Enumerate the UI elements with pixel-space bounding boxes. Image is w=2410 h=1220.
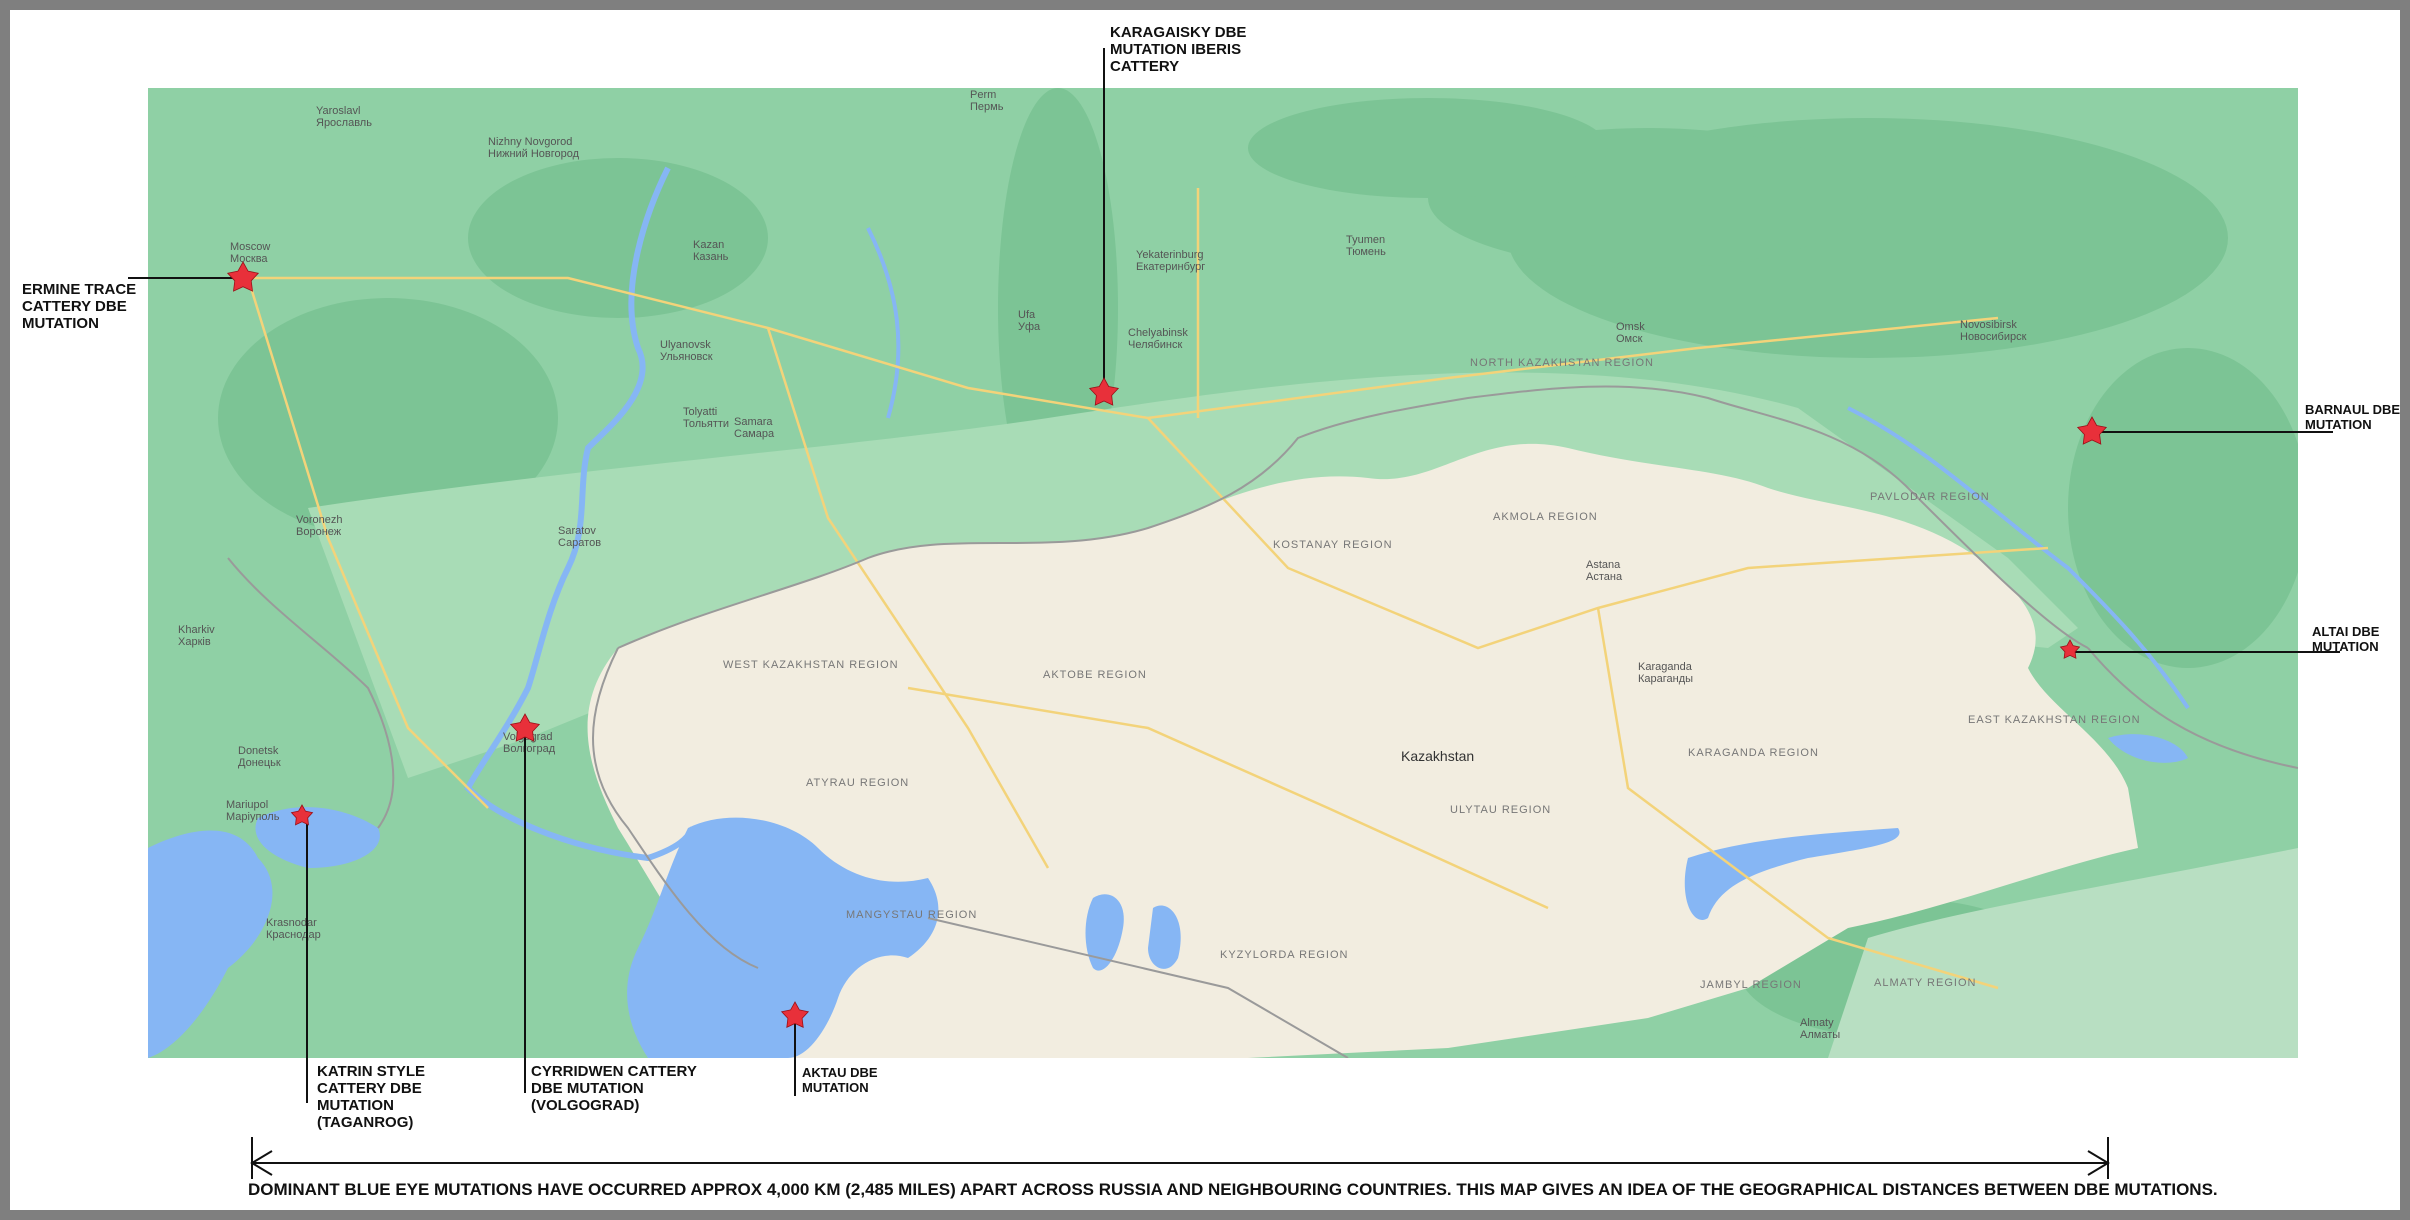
city-astana-local: Астана bbox=[1586, 571, 1623, 583]
svg-text:JAMBYL REGION: JAMBYL REGION bbox=[1700, 979, 1802, 991]
svg-text:ATYRAU REGION: ATYRAU REGION bbox=[806, 777, 909, 789]
callout-aktau: AKTAU DBE MUTATION bbox=[802, 1065, 878, 1095]
city-saratov-local: Саратов bbox=[558, 537, 601, 549]
callout-cyrridwen: CYRRIDWEN CATTERY DBE MUTATION (VOLGOGRA… bbox=[531, 1063, 697, 1114]
city-ufa: Ufa bbox=[1018, 309, 1036, 321]
svg-text:PAVLODAR REGION: PAVLODAR REGION bbox=[1870, 491, 1990, 503]
city-volgograd-local: Волгоград bbox=[503, 743, 556, 755]
svg-text:KYZYLORDA REGION: KYZYLORDA REGION bbox=[1220, 949, 1348, 961]
city-voronezh: Voronezh bbox=[296, 514, 342, 526]
city-perm: Perm bbox=[970, 89, 996, 101]
svg-text:ULYTAU REGION: ULYTAU REGION bbox=[1450, 804, 1551, 816]
city-yekaterinburg-local: Екатеринбург bbox=[1136, 261, 1205, 273]
svg-text:EAST KAZAKHSTAN REGION: EAST KAZAKHSTAN REGION bbox=[1968, 714, 2141, 726]
city-samara: Samara bbox=[734, 416, 773, 428]
city-karaganda: Karaganda bbox=[1638, 661, 1693, 673]
city-tyumen: Tyumen bbox=[1346, 234, 1385, 246]
city-kharkiv-local: Харків bbox=[178, 636, 211, 648]
city-ulyanovsk-local: Ульяновск bbox=[660, 351, 713, 363]
city-tolyatti-local: Тольятти bbox=[683, 418, 729, 430]
city-novosibirsk-local: Новосибирск bbox=[1960, 331, 2027, 343]
svg-text:NORTH KAZAKHSTAN REGION: NORTH KAZAKHSTAN REGION bbox=[1470, 357, 1654, 369]
city-omsk-local: Омск bbox=[1616, 333, 1643, 345]
city-almaty-local: Алматы bbox=[1800, 1029, 1840, 1041]
city-mariupol-local: Маріуполь bbox=[226, 811, 280, 823]
city-volgograd: Volgograd bbox=[503, 731, 553, 743]
svg-text:MANGYSTAU REGION: MANGYSTAU REGION bbox=[846, 909, 977, 921]
city-voronezh-local: Воронеж bbox=[296, 526, 342, 538]
svg-text:AKMOLA REGION: AKMOLA REGION bbox=[1493, 511, 1598, 523]
city-donetsk-local: Донецьк bbox=[238, 757, 281, 769]
svg-text:KOSTANAY REGION: KOSTANAY REGION bbox=[1273, 539, 1393, 551]
city-ulyanovsk: Ulyanovsk bbox=[660, 339, 711, 351]
city-astana: Astana bbox=[1586, 559, 1621, 571]
city-chelyabinsk: Chelyabinsk bbox=[1128, 327, 1188, 339]
city-nizhny: Nizhny Novgorod bbox=[488, 136, 572, 148]
callout-katrin: KATRIN STYLE CATTERY DBE MUTATION (TAGAN… bbox=[317, 1063, 426, 1131]
city-moscow: Moscow bbox=[230, 241, 270, 253]
city-kazan-local: Казань bbox=[693, 251, 729, 263]
city-tyumen-local: Тюмень bbox=[1346, 246, 1386, 258]
map-canvas[interactable]: NORTH KAZAKHSTAN REGION KOSTANAY REGION … bbox=[148, 88, 2298, 1058]
city-kharkiv: Kharkiv bbox=[178, 624, 215, 636]
city-krasnodar: Krasnodar bbox=[266, 917, 317, 929]
svg-text:AKTOBE REGION: AKTOBE REGION bbox=[1043, 669, 1147, 681]
callout-ermine: ERMINE TRACE CATTERY DBE MUTATION bbox=[22, 281, 137, 332]
callout-altai: ALTAI DBE MUTATION bbox=[2312, 624, 2380, 654]
svg-text:KARAGANDA REGION: KARAGANDA REGION bbox=[1688, 747, 1819, 759]
country-label-kazakhstan: Kazakhstan bbox=[1401, 748, 1474, 764]
city-yaroslavl-local: Ярославль bbox=[316, 117, 372, 129]
city-karaganda-local: Караганды bbox=[1638, 673, 1693, 685]
city-yekaterinburg: Yekaterinburg bbox=[1136, 249, 1203, 261]
city-perm-local: Пермь bbox=[970, 101, 1004, 113]
city-ufa-local: Уфа bbox=[1018, 321, 1041, 333]
city-krasnodar-local: Краснодар bbox=[266, 929, 321, 941]
city-chelyabinsk-local: Челябинск bbox=[1128, 339, 1182, 351]
city-mariupol: Mariupol bbox=[226, 799, 268, 811]
callout-barnaul: BARNAUL DBE MUTATION bbox=[2305, 402, 2401, 432]
city-donetsk: Donetsk bbox=[238, 745, 279, 757]
svg-text:ALMATY REGION: ALMATY REGION bbox=[1874, 977, 1976, 989]
city-saratov: Saratov bbox=[558, 525, 596, 537]
city-nizhny-local: Нижний Новгород bbox=[488, 148, 580, 160]
city-kazan: Kazan bbox=[693, 239, 724, 251]
city-yaroslavl: Yaroslavl bbox=[316, 105, 360, 117]
callout-karagaisky: KARAGAISKY DBE MUTATION IBERIS CATTERY bbox=[1110, 24, 1247, 75]
city-novosibirsk: Novosibirsk bbox=[1960, 319, 2017, 331]
city-omsk: Omsk bbox=[1616, 321, 1645, 333]
city-tolyatti: Tolyatti bbox=[683, 406, 717, 418]
city-samara-local: Самара bbox=[734, 428, 775, 440]
svg-text:WEST KAZAKHSTAN REGION: WEST KAZAKHSTAN REGION bbox=[723, 659, 899, 671]
city-almaty: Almaty bbox=[1800, 1017, 1834, 1029]
distance-caption: DOMINANT BLUE EYE MUTATIONS HAVE OCCURRE… bbox=[248, 1180, 2218, 1199]
city-moscow-local: Москва bbox=[230, 253, 268, 265]
